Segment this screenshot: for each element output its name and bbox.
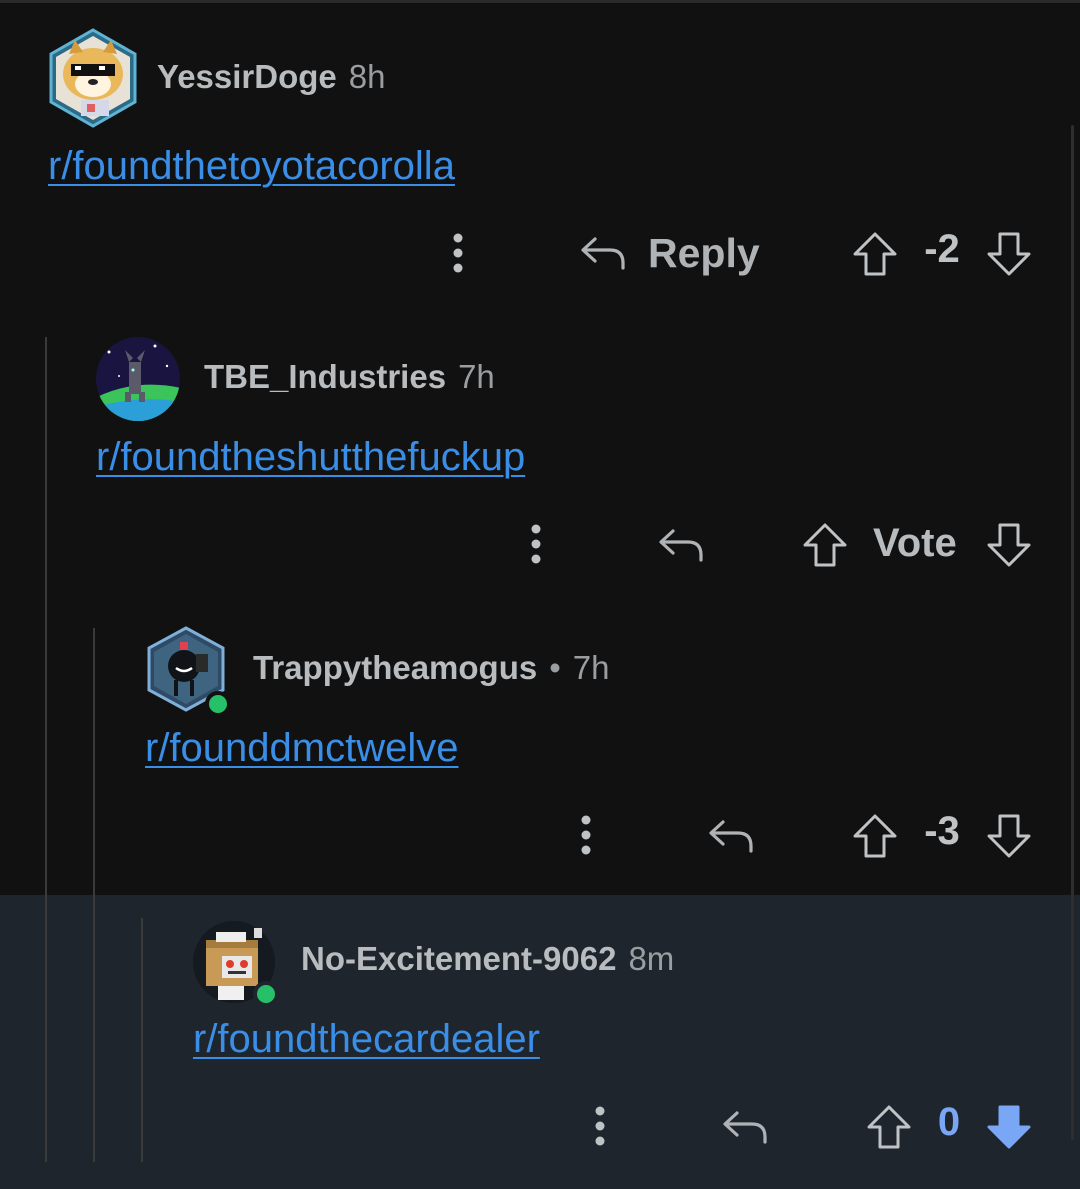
more-options-icon[interactable] — [438, 225, 478, 281]
timestamp: 7h — [572, 649, 610, 686]
username[interactable]: Trappytheamogus — [253, 649, 537, 687]
more-options-icon[interactable] — [580, 1098, 620, 1154]
separator-dot: • — [549, 649, 561, 686]
downvote-arrow-icon[interactable] — [984, 520, 1034, 570]
downvote-arrow-icon[interactable] — [984, 811, 1034, 861]
subreddit-link[interactable]: r/foundtheshutthefuckup — [96, 435, 525, 480]
reply-icon[interactable] — [656, 524, 706, 566]
vote-score: -3 — [924, 809, 960, 853]
timestamp: 8m — [628, 940, 675, 977]
timestamp: 8h — [348, 58, 386, 95]
timestamp: 7h — [458, 358, 495, 395]
thread-line-level-1[interactable] — [45, 337, 47, 1162]
subreddit-link[interactable]: r/foundthecardealer — [193, 1017, 540, 1062]
scrollbar[interactable] — [1071, 125, 1074, 1140]
subreddit-link[interactable]: r/foundthetoyotacorolla — [48, 144, 455, 189]
reply-button[interactable]: Reply — [580, 225, 760, 281]
top-divider — [0, 0, 1080, 3]
comment-thread: YessirDoge 8h r/foundthetoyotacorolla Re… — [0, 0, 1080, 1189]
reply-icon[interactable] — [706, 815, 756, 857]
subreddit-link[interactable]: r/founddmctwelve — [145, 726, 458, 771]
vote-score: -2 — [924, 227, 960, 271]
downvote-arrow-active-icon[interactable] — [984, 1102, 1034, 1152]
reply-label: Reply — [648, 229, 760, 276]
upvote-arrow-icon[interactable] — [850, 229, 900, 279]
more-options-icon[interactable] — [566, 807, 606, 863]
online-status-indicator — [205, 691, 231, 717]
more-options-icon[interactable] — [516, 516, 556, 572]
reply-icon[interactable] — [720, 1106, 770, 1148]
upvote-arrow-icon[interactable] — [864, 1102, 914, 1152]
username[interactable]: YessirDoge — [157, 58, 337, 96]
vote-score: 0 — [937, 1100, 961, 1144]
upvote-arrow-icon[interactable] — [850, 811, 900, 861]
upvote-arrow-icon[interactable] — [800, 520, 850, 570]
reply-icon — [580, 235, 626, 271]
thread-line-level-2[interactable] — [93, 628, 95, 1162]
online-status-indicator — [253, 981, 279, 1007]
vote-label: Vote — [873, 521, 957, 565]
space-creature-avatar-icon[interactable] — [95, 336, 181, 422]
doge-sunglasses-avatar-icon[interactable] — [47, 28, 139, 128]
username[interactable]: No-Excitement-9062 — [301, 940, 616, 978]
username[interactable]: TBE_Industries — [204, 358, 446, 396]
downvote-arrow-icon[interactable] — [984, 229, 1034, 279]
